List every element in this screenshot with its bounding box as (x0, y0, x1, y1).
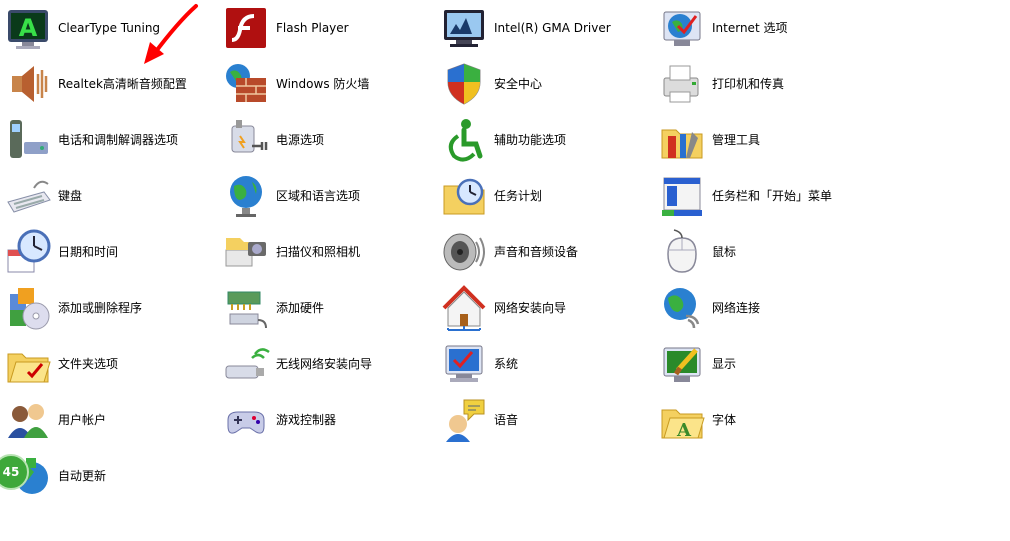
control-panel-item-label: 用户帐户 (58, 413, 107, 427)
date-time-icon (4, 228, 52, 276)
control-panel-item-label: 鼠标 (712, 245, 737, 259)
control-panel-item-label: 日期和时间 (58, 245, 119, 259)
control-panel-item-label: Intel(R) GMA Driver (494, 21, 611, 35)
control-panel-item[interactable]: 系统 (436, 336, 654, 392)
folder-options-icon (4, 340, 52, 388)
speech-icon (440, 396, 488, 444)
regional-language-icon (222, 172, 270, 220)
add-hardware-icon (222, 284, 270, 332)
internet-options-icon (658, 4, 706, 52)
control-panel-item[interactable]: 扫描仪和照相机 (218, 224, 436, 280)
control-panel-item[interactable]: 语音 (436, 392, 654, 448)
system-icon (440, 340, 488, 388)
add-remove-programs-icon (4, 284, 52, 332)
control-panel-item[interactable]: Intel(R) GMA Driver (436, 0, 654, 56)
fonts-icon: A (658, 396, 706, 444)
keyboard-icon (4, 172, 52, 220)
control-panel-item-label: 辅助功能选项 (494, 133, 567, 147)
svg-text:A: A (676, 420, 692, 441)
administrative-tools-icon (658, 116, 706, 164)
realtek-audio-icon (4, 60, 52, 108)
control-panel-item-label: 扫描仪和照相机 (276, 245, 361, 259)
control-panel-item[interactable]: 日期和时间 (0, 224, 218, 280)
power-options-icon (222, 116, 270, 164)
phone-modem-icon (4, 116, 52, 164)
security-center-icon (440, 60, 488, 108)
control-panel-item[interactable]: 游戏控制器 (218, 392, 436, 448)
control-panel-item[interactable]: 添加硬件 (218, 280, 436, 336)
control-panel-item[interactable]: 鼠标 (654, 224, 872, 280)
cleartype-tuning-icon: A (4, 4, 52, 52)
control-panel-item[interactable]: 打印机和传真 (654, 56, 872, 112)
control-panel-item-label: Windows 防火墙 (276, 77, 370, 91)
control-panel-item[interactable]: Internet 选项 (654, 0, 872, 56)
control-panel-item[interactable]: 网络连接 (654, 280, 872, 336)
control-panel-item-label: 文件夹选项 (58, 357, 119, 371)
control-panel-item-label: 无线网络安装向导 (276, 357, 373, 371)
control-panel-item[interactable]: 管理工具 (654, 112, 872, 168)
control-panel-item[interactable]: 添加或删除程序 (0, 280, 218, 336)
mouse-icon (658, 228, 706, 276)
scanner-camera-icon (222, 228, 270, 276)
control-panel-item-label: 网络连接 (712, 301, 761, 315)
printers-faxes-icon (658, 60, 706, 108)
control-panel-item[interactable]: 用户帐户 (0, 392, 218, 448)
svg-text:A: A (19, 14, 38, 42)
control-panel-item-label: 安全中心 (494, 77, 543, 91)
control-panel-item-label: 电话和调制解调器选项 (58, 133, 179, 147)
control-panel-item-label: 添加硬件 (276, 301, 325, 315)
sounds-audio-icon (440, 228, 488, 276)
control-panel-item-label: 网络安装向导 (494, 301, 567, 315)
control-panel-item-label: 打印机和传真 (712, 77, 785, 91)
taskbar-start-menu-icon (658, 172, 706, 220)
control-panel-item-label: 声音和音频设备 (494, 245, 579, 259)
user-accounts-icon (4, 396, 52, 444)
accessibility-icon (440, 116, 488, 164)
control-panel-item[interactable]: 键盘 (0, 168, 218, 224)
control-panel-item[interactable]: 电源选项 (218, 112, 436, 168)
control-panel-item[interactable]: 区域和语言选项 (218, 168, 436, 224)
network-setup-icon (440, 284, 488, 332)
control-panel-item-label: Flash Player (276, 21, 349, 35)
control-panel-item[interactable]: 显示 (654, 336, 872, 392)
network-connections-icon (658, 284, 706, 332)
control-panel-item-label: Realtek高清晰音频配置 (58, 77, 187, 91)
control-panel-item-label: 电源选项 (276, 133, 325, 147)
control-panel-item-label: 键盘 (58, 189, 83, 203)
control-panel-item-label: 区域和语言选项 (276, 189, 361, 203)
control-panel-item-label: 自动更新 (58, 469, 107, 483)
control-panel-item-label: 字体 (712, 413, 737, 427)
control-panel-item[interactable]: 电话和调制解调器选项 (0, 112, 218, 168)
control-panel-item[interactable]: 网络安装向导 (436, 280, 654, 336)
control-panel-item-label: 添加或删除程序 (58, 301, 143, 315)
control-panel-item-label: 系统 (494, 357, 519, 371)
control-panel-item[interactable]: Windows 防火墙 (218, 56, 436, 112)
control-panel-item[interactable]: 自动更新 (0, 448, 218, 504)
red-arrow-annotation (144, 4, 198, 64)
control-panel-item[interactable]: 文件夹选项 (0, 336, 218, 392)
control-panel-item-label: 游戏控制器 (276, 413, 337, 427)
control-panel-item[interactable]: 声音和音频设备 (436, 224, 654, 280)
control-panel-item-label: 语音 (494, 413, 519, 427)
control-panel-item[interactable]: A 字体 (654, 392, 872, 448)
control-panel-item[interactable]: 辅助功能选项 (436, 112, 654, 168)
control-panel-item[interactable]: 无线网络安装向导 (218, 336, 436, 392)
control-panel-item[interactable]: 安全中心 (436, 56, 654, 112)
flash-player-icon (222, 4, 270, 52)
intel-gma-icon (440, 4, 488, 52)
control-panel-item-label: 任务栏和「开始」菜单 (712, 189, 833, 203)
windows-firewall-icon (222, 60, 270, 108)
control-panel-item-label: 显示 (712, 357, 737, 371)
control-panel-item-label: 任务计划 (494, 189, 543, 203)
display-icon (658, 340, 706, 388)
game-controller-icon (222, 396, 270, 444)
control-panel-item-label: Internet 选项 (712, 21, 788, 35)
control-panel-item[interactable]: Flash Player (218, 0, 436, 56)
control-panel-item[interactable]: 任务计划 (436, 168, 654, 224)
scheduled-tasks-icon (440, 172, 488, 220)
control-panel-grid: A ClearType Tuning Realtek高清晰音频配置 电话和调制解调器选… (0, 0, 880, 541)
wireless-setup-icon (222, 340, 270, 388)
control-panel-item-label: 管理工具 (712, 133, 761, 147)
control-panel-item[interactable]: 任务栏和「开始」菜单 (654, 168, 872, 224)
